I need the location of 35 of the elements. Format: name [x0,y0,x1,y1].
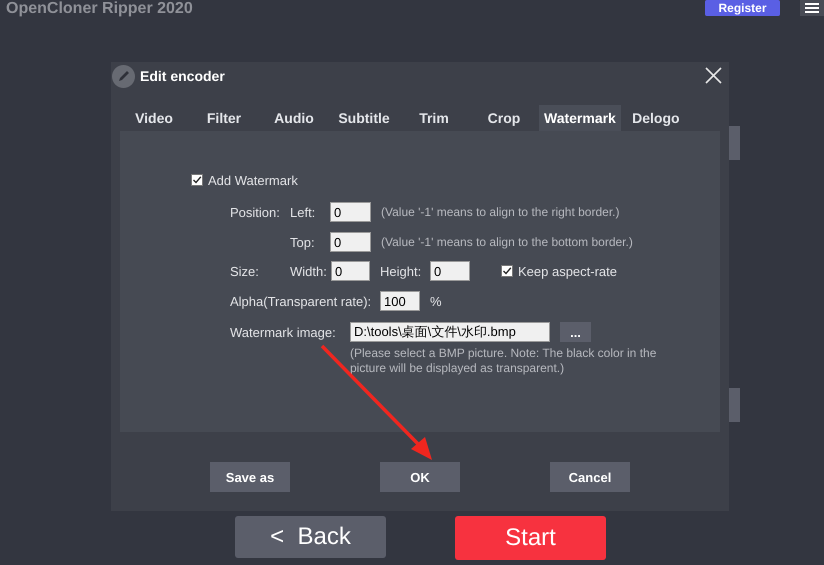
dialog-button[interactable]: OK [380,462,460,492]
app-title: OpenCloner Ripper 2020 [6,0,193,18]
field-label: Top: [290,234,316,250]
input-field[interactable]: 0 [330,232,371,252]
register-button[interactable]: Register [705,0,780,16]
pencil-icon [112,64,135,88]
field-label: Width: [290,264,328,278]
dialog-button[interactable]: Cancel [550,462,630,492]
dialog-title: Edit encoder [140,68,225,84]
field-label: Watermark image: [230,324,337,340]
menu-icon[interactable] [800,0,824,16]
checkbox-label: Add Watermark [208,172,298,188]
field-label: Left: [290,204,316,220]
field-label: Alpha(Transparent rate): [230,294,372,308]
close-icon[interactable] [705,67,722,84]
input-field[interactable]: D:\tools\桌面\文件\水印.bmp [350,322,550,342]
input-field[interactable]: 0 [330,202,371,222]
start-button[interactable]: Start [455,516,606,560]
browse-button[interactable]: ... [560,322,591,342]
note-text: (Please select a BMP picture. Note: The black color in the picture will be displayed as transparent.) [350,346,658,376]
checkbox[interactable] [191,174,203,186]
unit-label: % [430,294,442,308]
field-label: Size: [230,264,260,278]
dialog-button[interactable]: Save as [210,462,290,492]
hint-text: (Value '-1' means to align to the bottom border.) [381,235,633,249]
hint-text: (Value '-1' means to align to the right border.) [381,205,620,219]
back-button[interactable]: < Back [235,516,386,558]
input-field[interactable]: 0 [430,261,470,281]
checkbox-label: Keep aspect-rate [518,264,618,278]
checkbox[interactable] [501,265,513,277]
input-field[interactable]: 0 [331,261,370,281]
input-field[interactable]: 100 [380,291,420,311]
field-label: Height: [380,264,422,278]
tab[interactable]: Watermark [539,105,621,131]
field-label: Position: [230,204,281,220]
